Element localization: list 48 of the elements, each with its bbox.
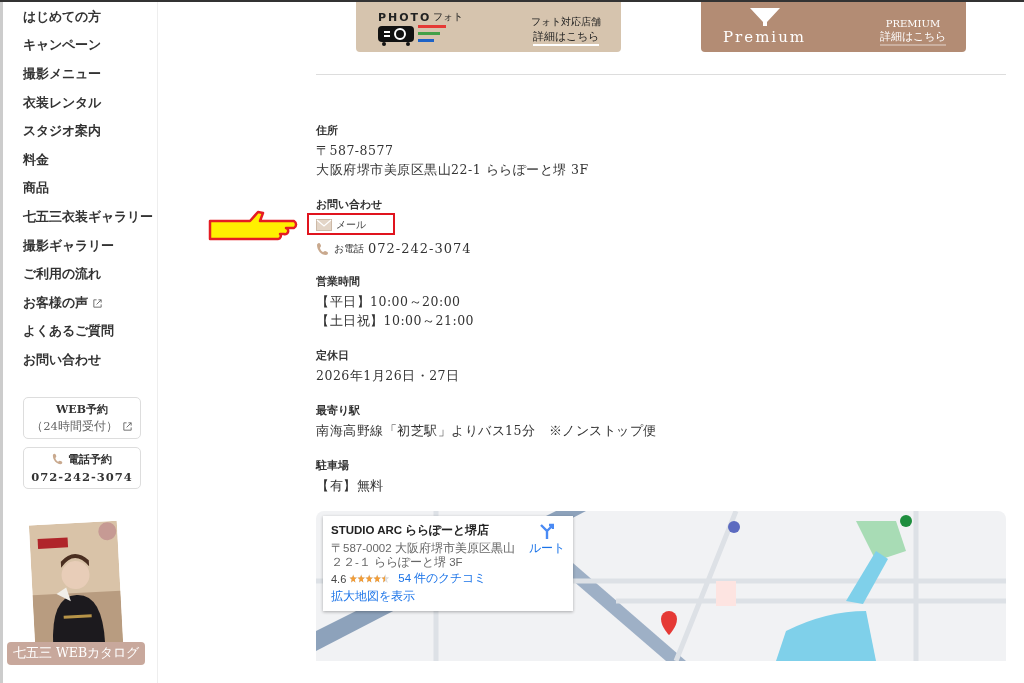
info-text: 〒587-8577 (316, 142, 395, 160)
place-address: 〒587-0002 大阪府堺市美原区黒山２２-１ ららぽーと堺 3F (331, 541, 516, 569)
envelope-icon (316, 219, 332, 231)
external-link-icon (121, 420, 133, 432)
reviews-link[interactable]: 54 件のクチコミ (398, 571, 487, 586)
sidebar-link[interactable]: よくあるご質問 (23, 317, 114, 347)
details-link[interactable]: 詳細はこちら (533, 29, 599, 46)
phone-booking-button[interactable]: 電話予約 072-242-3074 (23, 446, 141, 489)
web-booking-button[interactable]: WEB予約 （24時間受付） (23, 396, 141, 439)
sidebar-link[interactable]: 商品 (23, 174, 49, 204)
sidebar-link[interactable]: スタジオ案内 (23, 117, 101, 146)
banner-text: フォト対応店舗 (531, 15, 601, 29)
place-name: STUDIO ARC ららぽーと堺店 (331, 523, 491, 538)
info-text: 【土日祝】10:00～21:00 (316, 312, 476, 330)
logo-text: Premium (723, 28, 807, 46)
logo-text: PHOTO (378, 12, 432, 24)
info-text: 【有】無料 (316, 477, 385, 495)
info-text: 2026年1月26日・27日 (316, 367, 461, 385)
sidebar-link[interactable]: 撮影メニュー (23, 60, 101, 89)
sidebar-link[interactable]: お客様の声 (23, 288, 103, 318)
phone-link[interactable]: お電話 072-242-3074 (316, 241, 1006, 256)
banner-card[interactable]: PHOTO フォト フォト対応店舗 詳細はこちら (356, 2, 621, 52)
section-label: 営業時間 (316, 274, 361, 289)
larger-map-link[interactable]: 拡大地図を表示 (331, 589, 415, 604)
phone-icon (316, 241, 330, 256)
logo-subtext: フォト (433, 10, 464, 24)
sidebar-link[interactable]: 衣装レンタル (23, 88, 101, 118)
info-text: 大阪府堺市美原区黒山22-1 ららぽーと堺 3F (316, 161, 590, 179)
route-button[interactable]: ルート (529, 523, 565, 586)
section-label: 住所 (316, 123, 339, 138)
banner-text: PREMIUM (885, 18, 941, 29)
rating-value: 4.6 (331, 572, 347, 585)
directions-icon (540, 523, 554, 539)
info-text: 南海高野線「初芝駅」よりバス15分 ※ノンストップ便 (316, 422, 658, 440)
sidebar-link[interactable]: ご利用の流れ (23, 260, 101, 289)
mail-link[interactable]: メール (316, 218, 366, 232)
sidebar-link[interactable]: 撮影ギャラリー (23, 231, 114, 261)
sidebar-link[interactable]: 料金 (23, 145, 49, 175)
info-text: 【平日】10:00～20:00 (316, 293, 462, 311)
sidebar-link[interactable]: 七五三衣装ギャラリー (23, 203, 153, 232)
phone-icon (52, 453, 64, 466)
sidebar-link[interactable]: はじめての方 (23, 3, 101, 32)
section-label: お問い合わせ (316, 197, 383, 212)
section-label: 定休日 (316, 348, 350, 363)
sidebar-link[interactable]: お問い合わせ (23, 346, 101, 375)
sidebar-link[interactable]: キャンペーン (23, 31, 101, 61)
section-label: 最寄り駅 (316, 403, 361, 418)
section-label: 駐車場 (316, 458, 350, 473)
